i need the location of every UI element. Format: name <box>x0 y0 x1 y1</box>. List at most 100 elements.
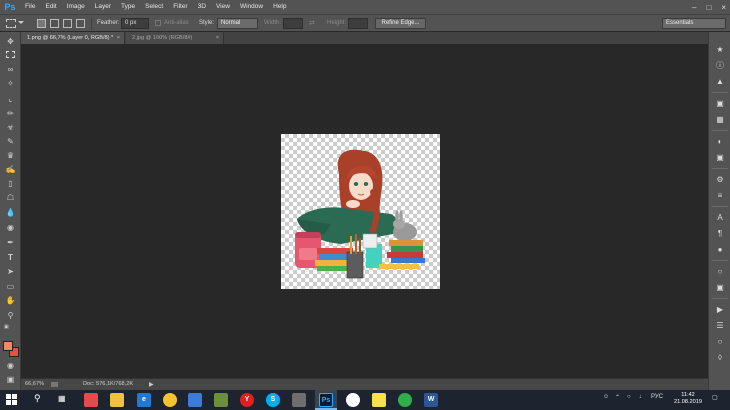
taskbar-clock[interactable]: 11:42 21.08.2019 <box>674 392 702 406</box>
tab-document-1[interactable]: 1.png @ 66,7% (Layer 0, RGB/8) * × <box>21 32 125 44</box>
magic-wand-icon[interactable]: ✧ <box>4 78 17 90</box>
weather-icon[interactable] <box>163 393 177 407</box>
menu-edit[interactable]: Edit <box>40 0 61 14</box>
actions-panel-icon[interactable]: ▶ <box>714 304 726 316</box>
menu-image[interactable]: Image <box>62 0 90 14</box>
histogram-panel-icon[interactable]: ▲ <box>714 76 726 88</box>
menu-type[interactable]: Type <box>116 0 140 14</box>
clone-source-icon[interactable]: ○ <box>714 266 726 278</box>
paint-bucket-icon[interactable]: ☖ <box>4 192 17 204</box>
chrome-icon[interactable] <box>346 393 360 407</box>
file-explorer-icon[interactable] <box>110 393 124 407</box>
masks-panel-icon[interactable]: ▣ <box>714 152 726 164</box>
yandex-browser-icon[interactable]: Y <box>240 393 254 407</box>
workspace-select[interactable]: Essentials <box>662 18 726 29</box>
menu-view[interactable]: View <box>211 0 235 14</box>
path-selection-icon[interactable]: ➤ <box>4 266 17 278</box>
tray-chevron-icon[interactable]: ⌃ <box>615 394 620 401</box>
spot-healing-icon[interactable]: ☣ <box>4 122 17 134</box>
style-select[interactable]: Normal <box>217 18 258 29</box>
screen-mode-icon[interactable]: ▣ <box>4 374 17 386</box>
remote-desktop-icon[interactable] <box>188 393 202 407</box>
swap-dimensions-icon[interactable]: ⇄ <box>309 19 315 27</box>
marquee-icon[interactable] <box>4 50 17 62</box>
hand-icon[interactable]: ✋ <box>4 295 17 307</box>
close-icon[interactable]: × <box>721 3 726 12</box>
menu-help[interactable]: Help <box>268 0 291 14</box>
pen-icon[interactable]: ✒ <box>4 237 17 249</box>
tool-presets-icon[interactable]: ⚙ <box>714 174 726 186</box>
menu-file[interactable]: File <box>20 0 40 14</box>
skype-icon[interactable]: S <box>266 393 280 407</box>
adjustments-panel-icon[interactable]: ◐ <box>714 136 726 148</box>
eyedropper-icon[interactable]: ✏ <box>4 108 17 120</box>
color-panel-icon[interactable]: ★ <box>714 44 726 56</box>
refine-edge-button[interactable]: Refine Edge... <box>375 18 426 29</box>
channels-panel-icon[interactable]: ○ <box>714 336 726 348</box>
history-brush-icon[interactable]: ✍ <box>4 164 17 176</box>
edge-browser-icon[interactable]: e <box>137 393 151 407</box>
sticky-notes-icon[interactable] <box>372 393 386 407</box>
quick-mask-icon[interactable]: ◉ <box>4 360 17 372</box>
app-paint-icon[interactable] <box>84 393 98 407</box>
add-selection-icon[interactable] <box>50 19 59 28</box>
default-colors-icon[interactable]: ▣ <box>4 324 11 330</box>
search-icon[interactable]: ⚲ <box>34 393 41 404</box>
paths-panel-icon[interactable]: ◊ <box>714 352 726 364</box>
menu-select[interactable]: Select <box>140 0 168 14</box>
status-menu-arrow-icon[interactable]: ▶ <box>149 381 154 388</box>
subtract-selection-icon[interactable] <box>63 19 72 28</box>
minimize-icon[interactable]: – <box>692 3 696 12</box>
menu-layer[interactable]: Layer <box>90 0 116 14</box>
paragraph-panel-icon[interactable]: ¶ <box>714 228 726 240</box>
language-indicator[interactable]: РУС <box>651 394 663 400</box>
intersect-selection-icon[interactable] <box>76 19 85 28</box>
task-view-icon[interactable]: ▦ <box>58 394 66 403</box>
menu-3d[interactable]: 3D <box>193 0 211 14</box>
word-icon[interactable]: W <box>424 393 438 407</box>
tray-people-icon[interactable]: ☺ <box>603 394 609 400</box>
layers-panel-icon[interactable]: ☰ <box>714 320 726 332</box>
type-icon[interactable]: T <box>4 252 17 264</box>
feather-input[interactable]: 0 px <box>121 18 149 29</box>
blur-icon[interactable]: 💧 <box>4 207 17 219</box>
brush-presets-icon[interactable]: ● <box>714 244 726 256</box>
history-panel-icon[interactable]: ▣ <box>714 282 726 294</box>
close-icon[interactable]: × <box>117 32 120 44</box>
notifications-icon[interactable]: ▢ <box>712 394 718 401</box>
windows-start-icon[interactable] <box>6 394 17 405</box>
antialias-checkbox[interactable] <box>155 20 161 26</box>
swatches-panel-icon[interactable]: ▣ <box>714 98 726 110</box>
styles-panel-icon[interactable]: ▦ <box>714 114 726 126</box>
calculator-icon[interactable] <box>292 393 306 407</box>
move-icon[interactable]: ✥ <box>4 36 17 48</box>
utorrent-icon[interactable] <box>398 393 412 407</box>
crop-icon[interactable]: ⌞ <box>4 93 17 105</box>
marquee-tool-preset-icon[interactable] <box>6 19 16 28</box>
app-icon[interactable] <box>214 393 228 407</box>
close-icon[interactable]: × <box>216 32 219 44</box>
photoshop-taskbar-icon[interactable]: Ps <box>319 393 333 407</box>
new-selection-icon[interactable] <box>37 19 46 28</box>
maximize-icon[interactable]: □ <box>706 3 711 12</box>
tray-volume-icon[interactable]: ♩ <box>639 394 645 400</box>
chevron-down-icon[interactable] <box>18 21 24 24</box>
tools-panel: ✥ ∞ ✧ ⌞ ✏ ☣ ✎ ♛ ✍ ▯ ☖ 💧 ◉ ✒ T ➤ ▭ ✋ ⚲ ▣ … <box>0 32 21 390</box>
brush-icon[interactable]: ✎ <box>4 136 17 148</box>
clone-stamp-icon[interactable]: ♛ <box>4 150 17 162</box>
rectangle-shape-icon[interactable]: ▭ <box>4 281 17 293</box>
document-canvas[interactable] <box>281 134 440 289</box>
character-panel-icon[interactable]: A <box>714 212 726 224</box>
zoom-icon[interactable]: ⚲ <box>4 310 17 322</box>
lasso-icon[interactable]: ∞ <box>4 64 17 76</box>
zoom-level[interactable]: 66,67% <box>25 381 44 387</box>
eraser-icon[interactable]: ▯ <box>4 178 17 190</box>
info-panel-icon[interactable]: ⓘ <box>714 60 726 72</box>
foreground-color-swatch[interactable] <box>3 341 13 351</box>
menu-filter[interactable]: Filter <box>168 0 192 14</box>
tray-network-icon[interactable]: ○ <box>627 394 631 400</box>
dodge-icon[interactable]: ◉ <box>4 222 17 234</box>
sliders-icon[interactable]: ≡ <box>714 190 726 202</box>
menu-window[interactable]: Window <box>235 0 268 14</box>
tab-document-2[interactable]: 2.jpg @ 100% (RGB/8#) × <box>126 32 224 44</box>
